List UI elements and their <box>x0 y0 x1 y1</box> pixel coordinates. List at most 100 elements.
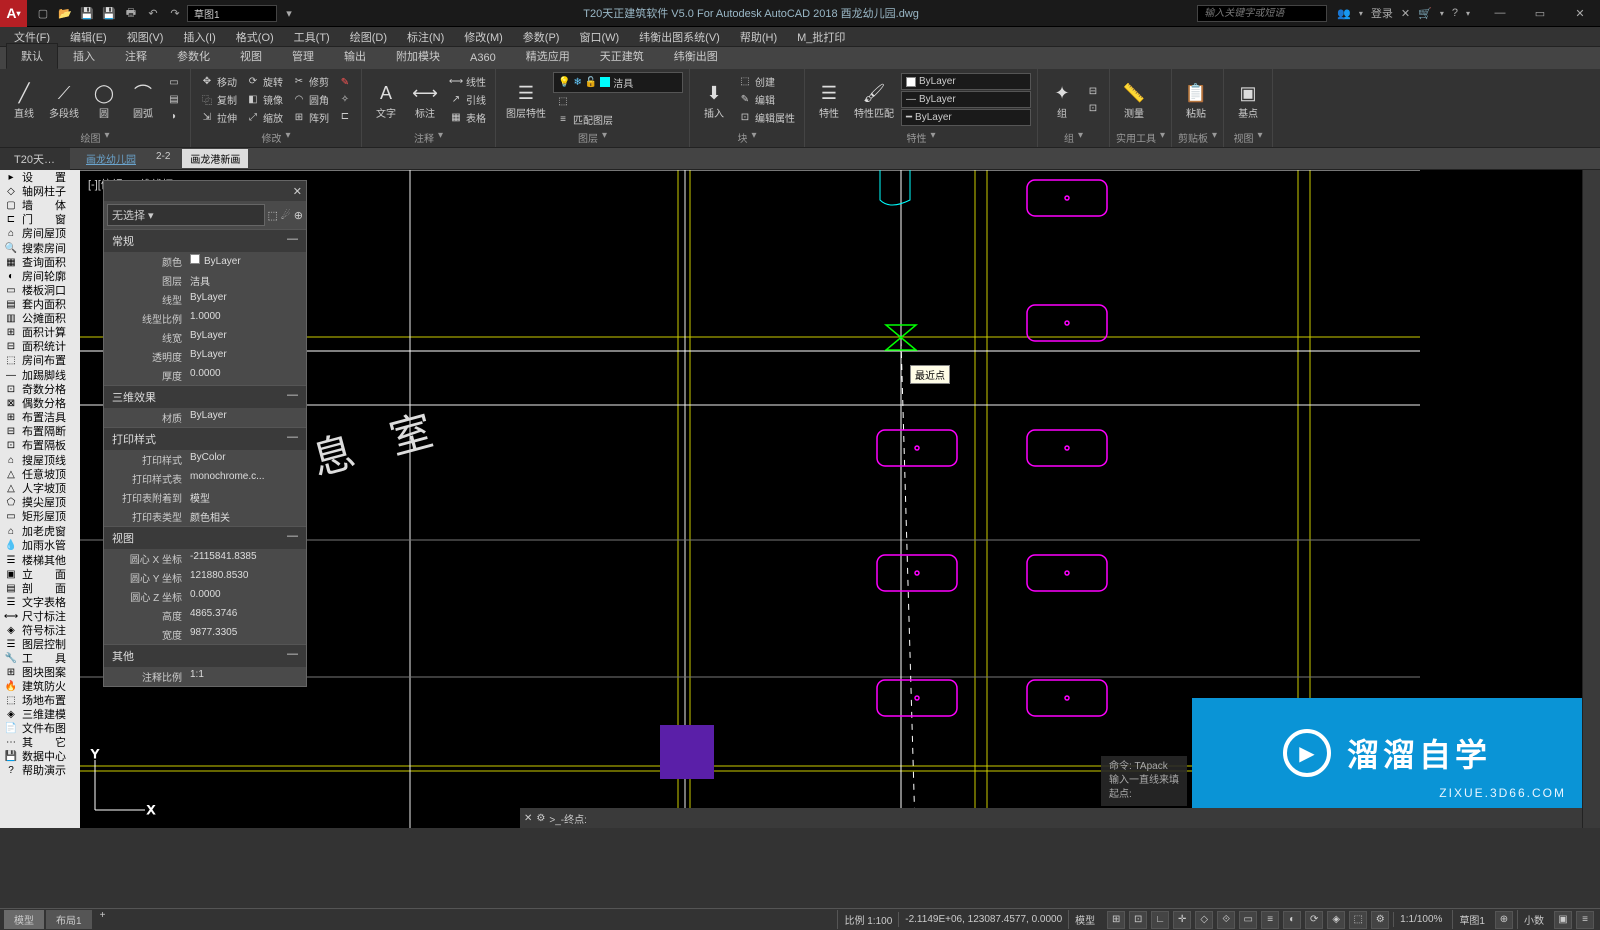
palette-item[interactable]: ⬠摸尖屋顶 <box>0 495 80 509</box>
props-row[interactable]: 打印表附着到模型 <box>104 488 306 507</box>
props-row[interactable]: 注释比例1:1 <box>104 667 306 686</box>
palette-item[interactable]: 📄文件布图 <box>0 721 80 735</box>
palette-item[interactable]: ▤剖 面 <box>0 581 80 595</box>
palette-item[interactable]: ◈符号标注 <box>0 623 80 637</box>
rect-button[interactable]: ▭ <box>164 75 184 91</box>
erase-button[interactable]: ✎ <box>335 75 355 91</box>
line-button[interactable]: ╱直线 <box>6 77 42 122</box>
palette-item[interactable]: ◈三维建模 <box>0 707 80 721</box>
chevron-down-icon[interactable]: ▾ <box>1160 130 1165 145</box>
clean-screen-icon[interactable]: ▣ <box>1554 911 1572 929</box>
chevron-down-icon[interactable]: ▾ <box>1078 130 1083 145</box>
palette-item[interactable]: ◐房间轮廓 <box>0 269 80 283</box>
palette-item[interactable]: 💧加雨水管 <box>0 538 80 552</box>
chevron-down-icon[interactable]: ▾ <box>1212 130 1217 145</box>
ribbon-tab-parametric[interactable]: 参数化 <box>162 43 225 69</box>
pickset-icon[interactable]: ⊕ <box>294 209 303 222</box>
units-icon[interactable]: ⊕ <box>1495 911 1513 929</box>
props-section-header[interactable]: 视图— <box>104 526 306 549</box>
layer-dropdown[interactable]: 💡❄🔓洁具 <box>553 72 683 93</box>
palette-item[interactable]: —加踢脚线 <box>0 368 80 382</box>
props-row[interactable]: 宽度9877.3305 <box>104 625 306 644</box>
menu-help[interactable]: 帮助(H) <box>732 27 785 47</box>
color-dropdown[interactable]: ByLayer <box>901 73 1031 90</box>
sheet-tab-2[interactable]: 2-2 <box>148 149 178 168</box>
ribbon-tab-a360[interactable]: A360 <box>455 47 511 69</box>
palette-item[interactable]: ◇轴网柱子 <box>0 184 80 198</box>
minimize-button[interactable]: — <box>1480 0 1520 27</box>
table-button[interactable]: ▦表格 <box>446 109 489 126</box>
customize-icon[interactable]: ≡ <box>1576 911 1594 929</box>
chevron-down-icon[interactable]: ▾ <box>104 130 109 145</box>
palette-item[interactable]: ▭楼板洞口 <box>0 283 80 297</box>
palette-item[interactable]: ▢墙 体 <box>0 198 80 212</box>
palette-item[interactable]: ⌂搜屋顶线 <box>0 453 80 467</box>
props-row[interactable]: 线型比例1.0000 <box>104 309 306 328</box>
props-row[interactable]: 线宽ByLayer <box>104 328 306 347</box>
palette-item[interactable]: ?帮助演示 <box>0 763 80 777</box>
copy-button[interactable]: ⿻复制 <box>197 91 240 108</box>
group-button[interactable]: ✦组 <box>1044 77 1080 122</box>
close-button[interactable]: ✕ <box>1560 0 1600 27</box>
dyn-input-icon[interactable]: ▭ <box>1239 911 1257 929</box>
collapse-icon[interactable]: — <box>287 233 298 249</box>
props-row[interactable]: 圆心 Y 坐标121880.8530 <box>104 568 306 587</box>
select-objects-icon[interactable]: ☄ <box>281 209 291 222</box>
undo-icon[interactable]: ↶ <box>143 3 163 23</box>
circle-button[interactable]: ◯圆 <box>86 77 122 122</box>
chevron-down-icon[interactable]: ▾ <box>438 130 443 145</box>
palette-item[interactable]: ⊞图块图案 <box>0 665 80 679</box>
palette-item[interactable]: ▥公摊面积 <box>0 311 80 325</box>
chevron-down-icon[interactable]: ▾ <box>602 130 607 145</box>
new-icon[interactable]: ▢ <box>33 3 53 23</box>
move-button[interactable]: ✥移动 <box>197 73 240 90</box>
layout1-tab[interactable]: 布局1 <box>46 910 92 929</box>
fillet-button[interactable]: ◠圆角 <box>289 91 332 108</box>
palette-item[interactable]: ⌂加老虎窗 <box>0 524 80 538</box>
cycling-icon[interactable]: ⟳ <box>1305 911 1323 929</box>
properties-panel[interactable]: ✕ 无选择 ▾ ⬚ ☄ ⊕ 常规—颜色ByLayer图层洁具线型ByLayer线… <box>103 180 307 687</box>
array-button[interactable]: ⊞阵列 <box>289 109 332 126</box>
ortho-toggle-icon[interactable]: ∟ <box>1151 911 1169 929</box>
mirror-button[interactable]: ◧镜像 <box>243 91 286 108</box>
saveas-icon[interactable]: 💾 <box>99 3 119 23</box>
palette-item[interactable]: 🔥建筑防火 <box>0 679 80 693</box>
polar-toggle-icon[interactable]: ✛ <box>1173 911 1191 929</box>
props-row[interactable]: 线型ByLayer <box>104 290 306 309</box>
palette-item[interactable]: ⟷尺寸标注 <box>0 609 80 623</box>
snap-toggle-icon[interactable]: ⊡ <box>1129 911 1147 929</box>
restore-button[interactable]: ▭ <box>1520 0 1560 27</box>
props-section-header[interactable]: 打印样式— <box>104 427 306 450</box>
transparency-icon[interactable]: ◐ <box>1283 911 1301 929</box>
open-icon[interactable]: 📂 <box>55 3 75 23</box>
units-display[interactable]: 小数 <box>1517 910 1550 929</box>
print-icon[interactable]: 🖶 <box>121 3 141 23</box>
qat-more-icon[interactable]: ▾ <box>279 3 299 23</box>
palette-item[interactable]: ▤套内面积 <box>0 297 80 311</box>
osnap-toggle-icon[interactable]: ◇ <box>1195 911 1213 929</box>
palette-item[interactable]: ⊟布置隔断 <box>0 424 80 438</box>
redo-icon[interactable]: ↷ <box>165 3 185 23</box>
otrack-toggle-icon[interactable]: ⟐ <box>1217 911 1235 929</box>
collapse-icon[interactable]: — <box>287 530 298 546</box>
dim-button[interactable]: ⟷标注 <box>407 77 443 122</box>
props-row[interactable]: 打印表类型颜色相关 <box>104 507 306 526</box>
login-link[interactable]: 登录 <box>1371 5 1393 21</box>
ribbon-tab-tangent[interactable]: 天正建筑 <box>585 43 659 69</box>
palette-item[interactable]: △任意坡顶 <box>0 467 80 481</box>
offset-button[interactable]: ⊏ <box>335 109 355 125</box>
collapse-icon[interactable]: — <box>287 431 298 447</box>
props-row[interactable]: 颜色ByLayer <box>104 252 306 271</box>
infocenter-icon[interactable]: 👥 <box>1337 7 1351 20</box>
explode-button[interactable]: ✧ <box>335 92 355 108</box>
edit-block-button[interactable]: ✎编辑 <box>735 91 798 108</box>
grid-toggle-icon[interactable]: ⊞ <box>1107 911 1125 929</box>
measure-button[interactable]: 📏测量 <box>1116 77 1152 122</box>
layer-props-button[interactable]: ☰图层特性 <box>502 77 550 122</box>
help-icon[interactable]: ? <box>1452 7 1458 19</box>
palette-item[interactable]: ⋯其 它 <box>0 735 80 749</box>
insert-block-button[interactable]: ⬇插入 <box>696 77 732 122</box>
ungroup-button[interactable]: ⊟ <box>1083 83 1103 99</box>
props-section-header[interactable]: 其他— <box>104 644 306 667</box>
collapse-icon[interactable]: — <box>287 389 298 405</box>
